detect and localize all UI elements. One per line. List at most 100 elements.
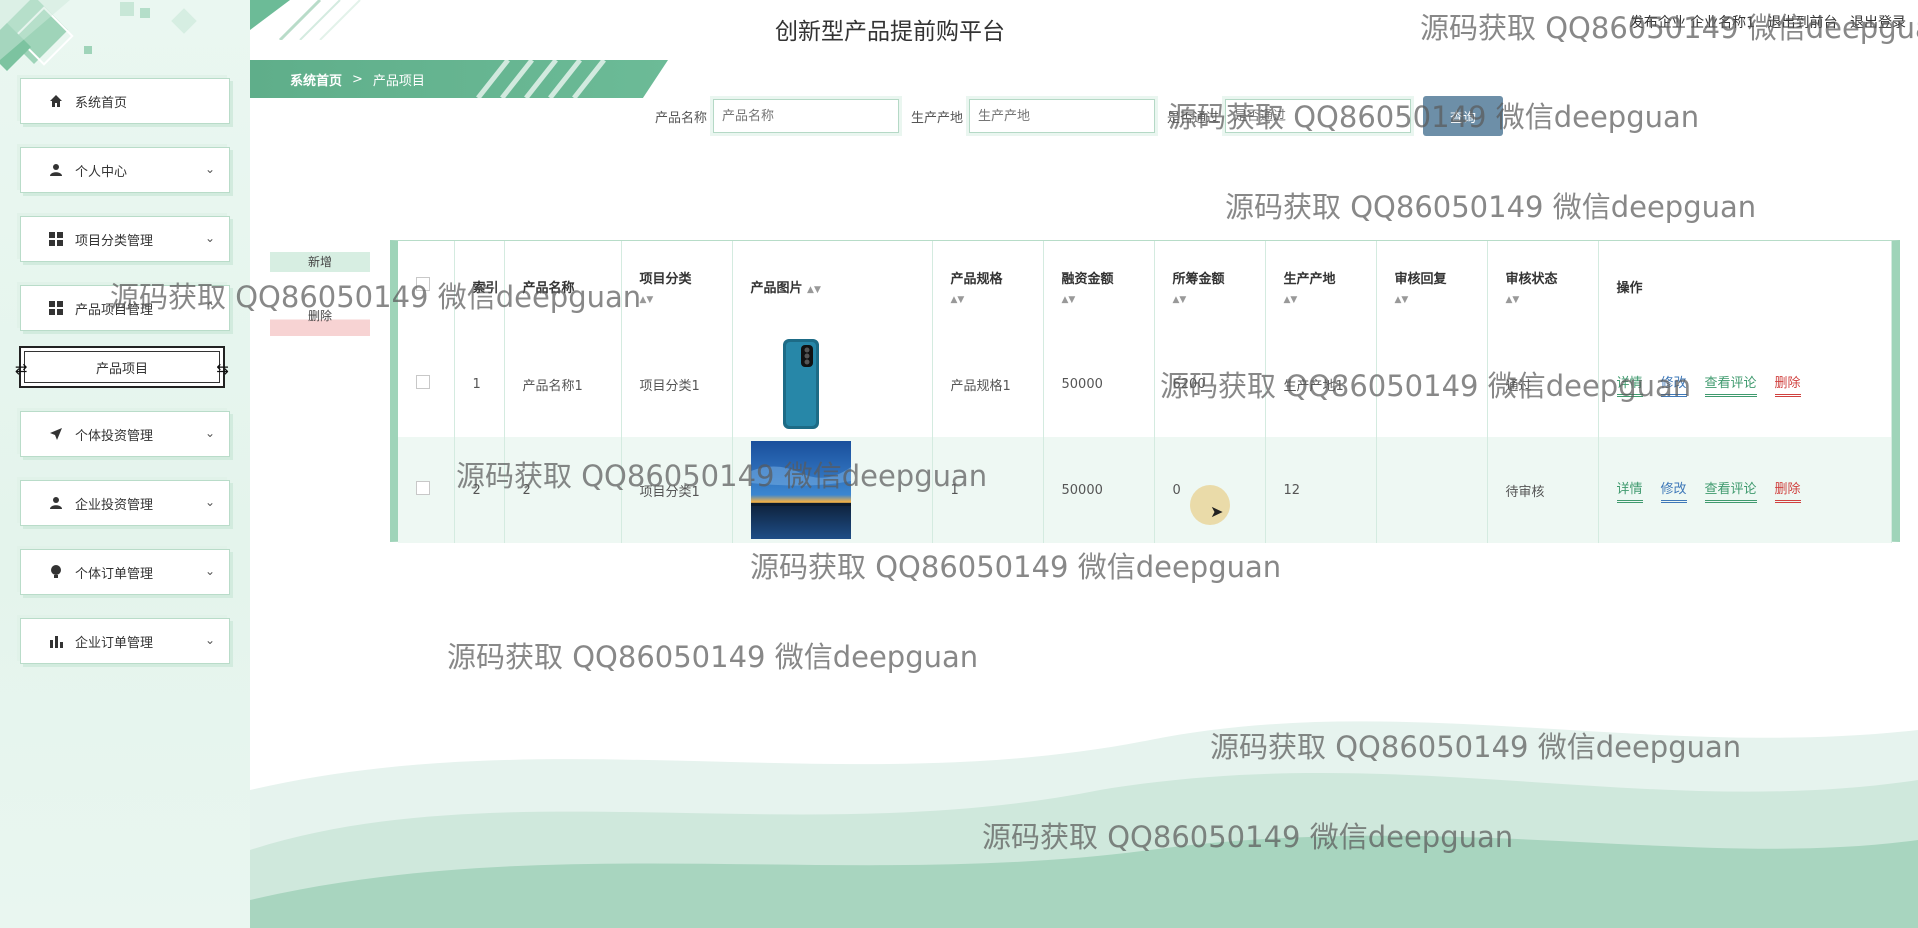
header-raised: 所筹金额 ▲▼ (1154, 241, 1266, 331)
sidebar-item-product-management[interactable]: 产品项目管理 ⌃ (20, 285, 230, 331)
chevron-down-icon: ⌄ (204, 426, 215, 440)
table-header-row: 索引 产品名称 项目分类 ▲▼ 产品图片 ▲▼ 产品规格 ▲▼ 融资金额 ▲▼ 所筹金… (398, 241, 1892, 331)
cell-reply (1376, 437, 1488, 543)
chevron-down-icon: ⌄ (204, 564, 215, 578)
arrow-left-right-icon: ⇄ (15, 360, 28, 378)
cell-index: 2 (454, 437, 505, 543)
edit-link[interactable]: 修改 (1660, 372, 1687, 397)
breadcrumb-current: 产品项目 (372, 73, 425, 89)
header-decoration (250, 0, 361, 40)
comments-link[interactable]: 查看评论 (1704, 372, 1757, 397)
chevron-down-icon: ⌄ (204, 633, 215, 647)
cell-spec: 1 (932, 437, 1044, 543)
cell-spec: 产品规格1 (932, 331, 1044, 437)
table-row: 2 2 项目分类1 1 50000 0 12 待审核 详情 修改 查看评论 删除 (398, 437, 1892, 543)
sidebar: 系统首页 个人中心 ⌄ 项目分类管理 ⌄ 产品项目管理 ⌃ ⇄ 产品项目 ⇆ 个… (0, 0, 250, 928)
sidebar-item-personal-center[interactable]: 个人中心 ⌄ (20, 147, 230, 193)
delete-button[interactable]: 删除 (270, 306, 370, 336)
comments-link[interactable]: 查看评论 (1704, 478, 1757, 503)
home-icon (47, 92, 65, 110)
cell-operations: 详情 修改 查看评论 删除 (1598, 437, 1892, 543)
search-button[interactable]: 查询 (1423, 96, 1504, 136)
chevron-down-icon: ⌄ (204, 231, 215, 245)
sidebar-menu: 系统首页 个人中心 ⌄ 项目分类管理 ⌄ 产品项目管理 ⌃ ⇄ 产品项目 ⇆ 个… (15, 78, 230, 687)
audit-label: 是否通过 (1167, 110, 1220, 126)
sort-icon[interactable]: ▲▼ (1284, 295, 1376, 305)
app-title: 创新型产品提前购平台 (775, 19, 1005, 45)
header-select[interactable] (398, 241, 455, 331)
cell-origin: 12 (1265, 437, 1377, 543)
select-all-checkbox[interactable] (416, 277, 430, 291)
cell-amount: 50000 (1043, 331, 1155, 437)
exit-front-link[interactable]: 退出到前台 (1768, 15, 1838, 31)
watermark: 源码获取 QQ86050149 微信deepguan (750, 550, 1282, 584)
origin-label: 生产产地 (911, 110, 964, 126)
sidebar-item-category-management[interactable]: 项目分类管理 ⌄ (20, 216, 230, 262)
sidebar-item-label: 产品项目管理 (75, 302, 154, 318)
header-reply: 审核回复 ▲▼ (1376, 241, 1488, 331)
edit-link[interactable]: 修改 (1660, 478, 1687, 503)
sort-icon[interactable]: ▲▼ (640, 295, 732, 305)
sort-icon[interactable]: ▲▼ (807, 285, 821, 295)
chevron-down-icon: ⌄ (204, 162, 215, 176)
sort-icon[interactable]: ▲▼ (1062, 295, 1154, 305)
product-name-label: 产品名称 (655, 110, 708, 126)
cell-reply (1376, 331, 1488, 437)
grid-icon (47, 230, 65, 248)
header-user-area: 发布企业 企业名称1 退出到前台 退出登录 (1622, 12, 1906, 32)
sidebar-subitem-product-project[interactable]: ⇄ 产品项目 ⇆ (15, 346, 229, 388)
sidebar-item-label: 系统首页 (75, 95, 128, 111)
sidebar-item-enterprise-investment[interactable]: 企业投资管理 ⌄ (20, 480, 230, 526)
header-image: 产品图片 ▲▼ (732, 241, 933, 331)
logout-link[interactable]: 退出登录 (1850, 15, 1906, 31)
cell-image (732, 331, 933, 437)
sidebar-item-label: 个人中心 (75, 164, 128, 180)
cell-name: 2 (504, 437, 622, 543)
header-origin: 生产产地 ▲▼ (1265, 241, 1377, 331)
product-name-input[interactable] (710, 96, 903, 136)
detail-link[interactable]: 详情 (1616, 372, 1643, 397)
person-icon (47, 494, 65, 512)
sort-icon[interactable]: ▲▼ (1395, 295, 1487, 305)
chevron-up-icon: ⌃ (204, 300, 215, 314)
chevron-down-icon: ⌄ (204, 495, 215, 509)
product-table: 索引 产品名称 项目分类 ▲▼ 产品图片 ▲▼ 产品规格 ▲▼ 融资金额 ▲▼ 所筹金… (390, 240, 1900, 543)
table-row: 1 产品名称1 项目分类1 产品规格1 50000 6200 生产产地1 通过 … (398, 331, 1892, 437)
arrow-left-right-icon: ⇆ (216, 360, 229, 378)
row-checkbox[interactable] (416, 375, 430, 389)
sidebar-item-individual-investment[interactable]: 个体投资管理 ⌄ (20, 411, 230, 457)
cell-category: 项目分类1 (621, 437, 733, 543)
sidebar-item-label: 企业投资管理 (75, 497, 154, 513)
sidebar-item-home[interactable]: 系统首页 (20, 78, 230, 124)
cell-name: 产品名称1 (504, 331, 622, 437)
sidebar-item-individual-orders[interactable]: 个体订单管理 ⌄ (20, 549, 230, 595)
header-amount: 融资金额 ▲▼ (1043, 241, 1155, 331)
bar-chart-icon (47, 632, 65, 650)
sidebar-item-label: 产品项目 (95, 361, 148, 377)
sort-icon[interactable]: ▲▼ (951, 295, 1043, 305)
detail-link[interactable]: 详情 (1616, 478, 1643, 503)
cursor-arrow-icon: ➤ (1210, 502, 1224, 521)
breadcrumb-home[interactable]: 系统首页 (290, 70, 342, 89)
row-checkbox[interactable] (416, 481, 430, 495)
cell-origin: 生产产地1 (1265, 331, 1377, 437)
cell-image (732, 437, 933, 543)
product-image-sunset (750, 441, 851, 539)
person-icon (47, 161, 65, 179)
sidebar-item-enterprise-orders[interactable]: 企业订单管理 ⌄ (20, 618, 230, 664)
sidebar-item-label: 个体投资管理 (75, 428, 154, 444)
sidebar-item-label: 项目分类管理 (75, 233, 154, 249)
header-spec: 产品规格 ▲▼ (932, 241, 1044, 331)
header-operations: 操作 (1598, 241, 1892, 331)
sort-icon[interactable]: ▲▼ (1173, 295, 1265, 305)
sort-icon[interactable]: ▲▼ (1506, 295, 1598, 305)
sidebar-item-label: 个体订单管理 (75, 566, 154, 582)
origin-input[interactable] (966, 96, 1159, 136)
audit-input[interactable] (1222, 96, 1415, 136)
cell-raised: 6200 (1154, 331, 1266, 437)
watermark: 源码获取 QQ86050149 微信deepguan (1225, 190, 1757, 224)
grid-icon (47, 299, 65, 317)
delete-link[interactable]: 删除 (1774, 478, 1801, 503)
delete-link[interactable]: 删除 (1774, 372, 1801, 397)
add-button[interactable]: 新增 (270, 252, 370, 272)
